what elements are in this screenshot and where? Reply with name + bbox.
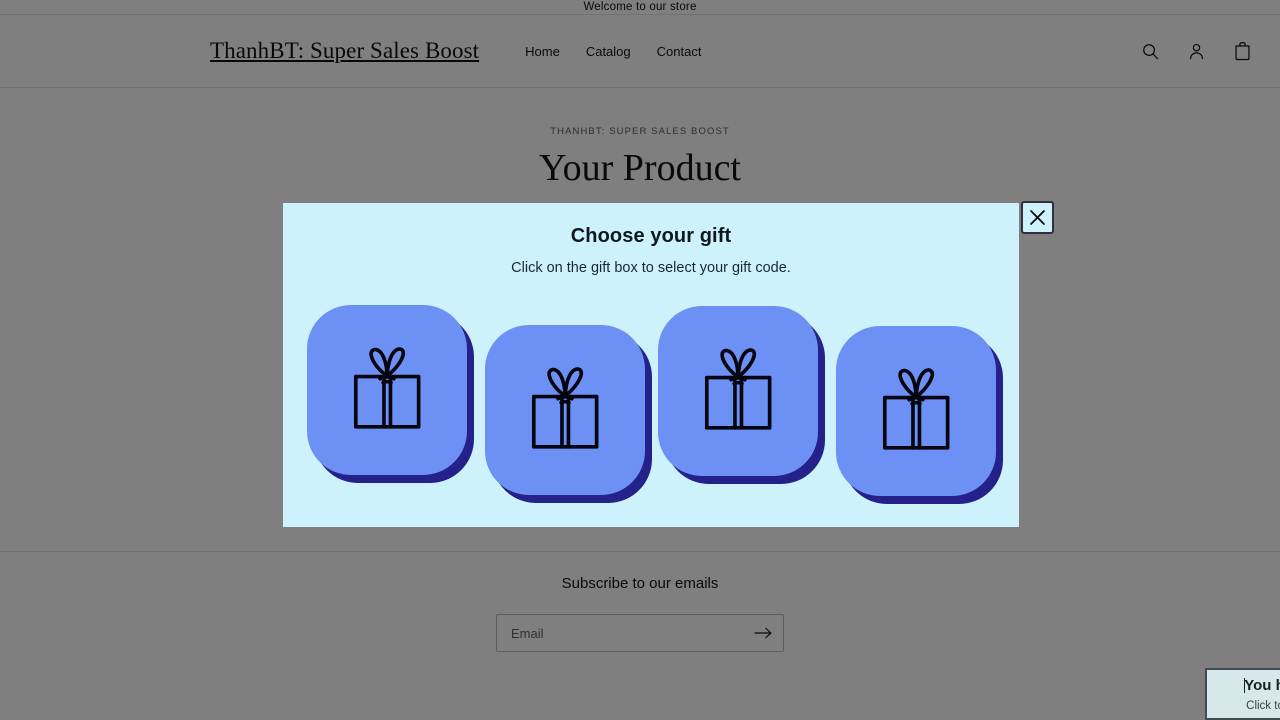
corner-widget-subtitle: Click to xyxy=(1246,700,1280,712)
corner-widget-title: You h xyxy=(1207,677,1280,694)
gift-box-row xyxy=(283,299,1019,509)
gift-modal-title: Choose your gift xyxy=(570,225,732,247)
gift-modal: Choose your gift Click on the gift box t… xyxy=(283,201,1054,527)
gift-box-1[interactable] xyxy=(307,305,467,475)
corner-widget-title-text: You h xyxy=(1244,677,1280,694)
gift-box-2[interactable] xyxy=(485,325,645,495)
gift-icon xyxy=(882,368,950,450)
gift-corner-widget[interactable]: You h Click to xyxy=(1205,668,1280,720)
gift-icon xyxy=(353,347,421,429)
gift-modal-subtitle: Click on the gift box to select your gif… xyxy=(511,260,791,276)
close-icon[interactable] xyxy=(1021,201,1054,234)
gift-box-4[interactable] xyxy=(836,326,996,496)
page-root: Welcome to our store ThanhBT: Super Sale… xyxy=(0,0,1280,720)
gift-icon xyxy=(704,348,772,430)
gift-icon xyxy=(531,367,599,449)
gift-box-3[interactable] xyxy=(658,306,818,476)
